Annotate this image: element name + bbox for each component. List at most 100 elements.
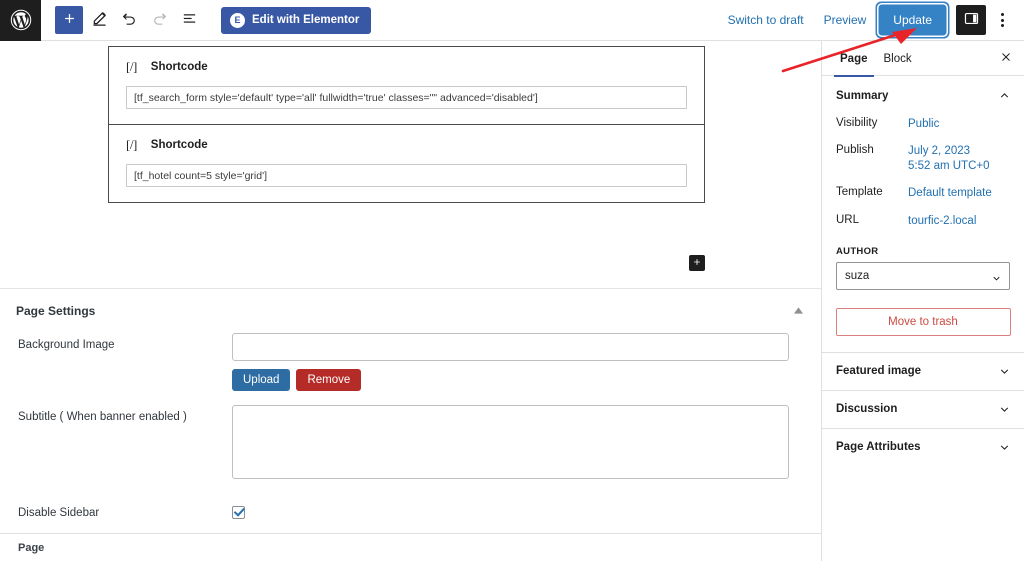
wordpress-block-editor: E Edit with Elementor Switch to draft Pr… [0,0,1024,561]
media-buttons: Upload Remove [232,369,789,391]
plus-icon [62,11,77,29]
elementor-logo-icon: E [230,12,245,28]
row-url: URL tourfic-2.local [836,210,1010,237]
editor-breadcrumb-bar: Page [0,533,821,561]
row-label: URL [836,213,860,226]
row-visibility: Visibility Public [836,113,1010,140]
pencil-icon [91,10,108,30]
template-value-button[interactable]: Default template [908,186,992,200]
remove-button[interactable]: Remove [296,369,362,391]
field-subtitle: Subtitle ( When banner enabled ) [18,405,789,484]
more-options-button[interactable] [988,5,1016,35]
summary-title: Summary [836,89,889,102]
row-label: Template [836,186,883,199]
shortcode-block[interactable]: [/] Shortcode [109,47,704,124]
author-label: AUTHOR [836,245,879,257]
preview-button[interactable]: Preview [814,7,877,33]
editor-tools-group: E Edit with Elementor [41,6,372,34]
move-to-trash-button[interactable]: Move to trash [835,307,1011,336]
add-block-button[interactable] [55,6,83,34]
breadcrumb[interactable]: Page [18,542,44,554]
field-label: Disable Sidebar [18,506,100,519]
featured-image-panel: Featured image [822,351,1024,390]
shortcode-icon: [/] [126,137,137,152]
summary-section: Summary Visibility Public Publish July 2… [822,76,1024,336]
metabox-collapse-button[interactable] [794,306,803,316]
summary-rows: Visibility Public Publish July 2, 2023 5… [822,113,1024,243]
page-attributes-panel: Page Attributes [822,427,1024,466]
block-header: [/] Shortcode [126,137,687,153]
panel-label: Featured image [836,365,921,378]
block-header: [/] Shortcode [126,59,687,75]
page-settings-metabox: Page Settings Background Image Upload Re… [0,288,821,561]
sidebar-tablist: Page Block [822,41,1024,77]
author-select-wrap: suza [822,261,1024,290]
field-disable-sidebar: Disable Sidebar [18,504,789,522]
field-control [232,504,789,522]
row-publish: Publish July 2, 2023 5:52 am UTC+0 [836,140,1010,182]
author-select[interactable]: suza [836,261,1010,290]
close-sidebar-button[interactable] [992,47,1020,69]
upload-button[interactable]: Upload [232,369,291,391]
tools-button[interactable] [85,6,113,34]
close-icon [1000,50,1012,66]
editor-actions-group: Switch to draft Preview Update [718,5,1024,35]
url-value-button[interactable]: tourfic-2.local [908,214,976,228]
publish-date-button[interactable]: July 2, 2023 5:52 am UTC+0 [908,144,990,173]
page-title: Page Settings [16,304,96,318]
plus-icon [692,257,702,269]
list-view-button[interactable] [175,6,203,34]
field-background-image: Background Image Upload Remove [18,333,789,391]
row-label: Visibility [836,117,878,129]
metabox-body: Background Image Upload Remove Subtitle … [0,327,821,561]
block-title: Shortcode [150,139,208,151]
wordpress-logo-button[interactable] [0,0,41,41]
update-button[interactable]: Update [880,6,945,34]
list-view-icon [181,10,198,30]
editor-top-bar: E Edit with Elementor Switch to draft Pr… [0,0,1024,41]
discussion-panel-header[interactable]: Discussion [822,391,1024,428]
publish-date: July 2, 2023 [908,145,971,158]
settings-panel-toggle-button[interactable] [956,5,986,35]
publish-time: 5:52 am UTC+0 [908,159,990,172]
chevron-down-icon [998,365,1011,378]
editor-canvas: [/] Shortcode [/] Shortcode [0,41,821,561]
shortcode-block[interactable]: [/] Shortcode [109,124,704,202]
redo-icon [151,10,168,30]
background-image-input[interactable] [232,333,789,361]
block-appender-button[interactable] [689,255,705,271]
chevron-down-icon [998,403,1011,416]
chevron-up-icon [998,89,1011,102]
tab-page[interactable]: Page [832,41,876,77]
subtitle-textarea[interactable] [232,405,789,479]
panel-label: Discussion [836,403,898,416]
disable-sidebar-checkbox[interactable] [232,505,245,519]
sidebar-panel-icon [963,10,980,30]
row-template: Template Default template [836,182,1010,209]
chevron-down-icon [998,441,1011,454]
shortcode-input[interactable] [126,86,687,109]
field-label: Background Image [18,339,115,351]
block-multi-selection[interactable]: [/] Shortcode [/] Shortcode [108,46,705,203]
redo-button[interactable] [145,6,173,34]
tab-block[interactable]: Block [876,41,920,76]
discussion-panel: Discussion [822,389,1024,428]
collapse-triangle-icon [794,306,803,316]
kebab-menu-icon [1000,13,1004,16]
shortcode-input[interactable] [126,164,687,187]
field-label: Subtitle ( When banner enabled ) [18,411,187,423]
row-label: Publish [836,144,874,157]
summary-section-header[interactable]: Summary [822,76,1024,113]
panel-label: Page Attributes [836,441,921,454]
edit-with-elementor-label: Edit with Elementor [252,14,360,26]
metabox-header: Page Settings [0,289,821,327]
page-attributes-panel-header[interactable]: Page Attributes [822,429,1024,466]
field-control: Upload Remove [232,333,789,391]
block-title: Shortcode [150,61,208,73]
edit-with-elementor-button[interactable]: E Edit with Elementor [221,6,372,34]
visibility-value-button[interactable]: Public [908,117,939,131]
featured-image-panel-header[interactable]: Featured image [822,353,1024,390]
shortcode-icon: [/] [126,59,137,74]
undo-button[interactable] [115,6,143,34]
switch-to-draft-button[interactable]: Switch to draft [718,7,814,33]
